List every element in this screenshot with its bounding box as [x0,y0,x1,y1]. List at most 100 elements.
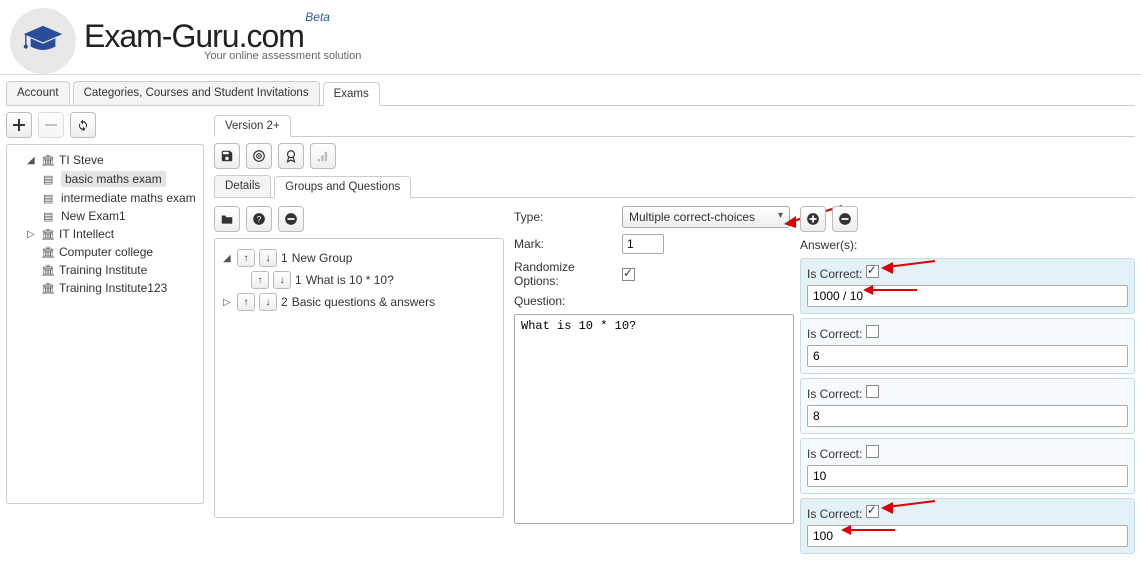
exam-icon: ▤ [43,173,57,186]
building-icon: 🏛 [41,228,55,241]
tab-exams[interactable]: Exams [323,82,380,106]
tab-categories[interactable]: Categories, Courses and Student Invitati… [73,81,320,105]
brand-title: Exam-Guru.com [84,18,304,54]
add-button[interactable] [6,112,32,138]
question-textarea[interactable] [514,314,794,524]
is-correct-label: Is Correct: [807,447,862,461]
graduation-cap-icon [21,19,65,63]
move-up-button[interactable]: ↑ [237,293,255,311]
save-button[interactable] [214,143,240,169]
question-icon: ? [252,212,266,226]
folder-icon [220,213,234,225]
answer-input[interactable] [807,345,1128,367]
annotation-arrow-icon [881,257,937,275]
group-number: 2 [281,295,288,309]
question-node[interactable]: ↑ ↓ 1 What is 10 * 10? [251,269,495,291]
brand-tagline: Your online assessment solution [84,50,361,62]
is-correct-label: Is Correct: [807,507,862,521]
groups-tree: ◢ ↑ ↓ 1 New Group ↑ ↓ 1 What is 10 * 10? [214,238,504,518]
group-number: 1 [281,251,288,265]
minus-icon [45,119,57,131]
tree-label[interactable]: TI Steve [59,153,104,167]
tab-groups-questions[interactable]: Groups and Questions [274,176,411,198]
main-tabs: Account Categories, Courses and Student … [6,81,1135,106]
refresh-button[interactable] [70,112,96,138]
folder-button[interactable] [214,206,240,232]
is-correct-checkbox[interactable] [866,325,879,338]
exam-icon: ▤ [43,210,57,223]
remove-answer-button[interactable] [832,206,858,232]
exam-icon: ▤ [43,192,57,205]
caret-icon[interactable]: ◢ [27,155,37,166]
move-down-button[interactable]: ↓ [259,293,277,311]
caret-icon[interactable]: ▷ [223,297,233,308]
remove-group-button[interactable] [278,206,304,232]
tree-label[interactable]: IT Intellect [59,227,114,241]
answers-header: Answer(s): [800,238,1135,252]
tree-node[interactable]: ▤ intermediate maths exam [29,189,197,207]
brand-logo [10,8,76,74]
move-up-button[interactable]: ↑ [251,271,269,289]
add-answer-button[interactable] [800,206,826,232]
tree-label[interactable]: Training Institute [59,263,147,277]
tree-node[interactable]: ▤ New Exam1 [29,207,197,225]
tree-label[interactable]: intermediate maths exam [61,191,196,205]
move-down-button[interactable]: ↓ [259,249,277,267]
is-correct-checkbox[interactable] [866,445,879,458]
tab-details[interactable]: Details [214,175,271,197]
group-node[interactable]: ▷ ↑ ↓ 2 Basic questions & answers [223,291,495,313]
tree-node[interactable]: ◢ 🏛 TI Steve [13,151,197,169]
tree-node[interactable]: ▷ 🏛 IT Intellect [13,225,197,243]
tree-label[interactable]: New Exam1 [61,209,126,223]
caret-icon[interactable]: ◢ [223,253,233,264]
group-node[interactable]: ◢ ↑ ↓ 1 New Group [223,247,495,269]
tree-label[interactable]: Training Institute123 [59,281,167,295]
group-label[interactable]: New Group [292,251,353,265]
tree-node[interactable]: ▤ basic maths exam [29,169,197,189]
remove-button[interactable] [38,112,64,138]
mark-input[interactable] [622,234,664,254]
target-button[interactable] [246,143,272,169]
tab-account[interactable]: Account [6,81,70,105]
move-up-button[interactable]: ↑ [237,249,255,267]
is-correct-checkbox[interactable] [866,505,879,518]
caret-icon[interactable]: ▷ [27,229,37,240]
building-icon: 🏛 [41,282,55,295]
app-header: Exam-Guru.com Beta Your online assessmen… [0,0,1141,75]
tab-version[interactable]: Version 2+ [214,115,291,137]
randomize-checkbox[interactable] [622,268,635,281]
group-label[interactable]: Basic questions & answers [292,295,435,309]
question-label[interactable]: What is 10 * 10? [306,273,394,287]
answer-input[interactable] [807,285,1128,307]
answer-input[interactable] [807,405,1128,427]
answer-block: Is Correct: [800,378,1135,434]
is-correct-label: Is Correct: [807,327,862,341]
is-correct-checkbox[interactable] [866,265,879,278]
chart-button[interactable] [310,143,336,169]
tree-label[interactable]: Computer college [59,245,153,259]
answer-input[interactable] [807,525,1128,547]
randomize-label: Randomize Options: [514,260,622,288]
award-button[interactable] [278,143,304,169]
is-correct-label: Is Correct: [807,267,862,281]
tree-node[interactable]: 🏛 Training Institute [13,261,197,279]
answer-block: Is Correct: [800,438,1135,494]
minus-circle-icon [838,212,852,226]
help-button[interactable]: ? [246,206,272,232]
tree-label[interactable]: basic maths exam [61,171,166,187]
svg-text:?: ? [257,215,262,224]
answer-input[interactable] [807,465,1128,487]
tree-node[interactable]: 🏛 Computer college [13,243,197,261]
is-correct-checkbox[interactable] [866,385,879,398]
is-correct-label: Is Correct: [807,387,862,401]
type-label: Type: [514,210,622,224]
tree-node[interactable]: 🏛 Training Institute123 [13,279,197,297]
answer-block: Is Correct: [800,258,1135,314]
answer-block: Is Correct: [800,498,1135,554]
answer-block: Is Correct: [800,318,1135,374]
sidebar-tree: ◢ 🏛 TI Steve ▤ basic maths exam ▤ interm… [6,144,204,504]
refresh-icon [77,119,89,131]
move-down-button[interactable]: ↓ [273,271,291,289]
question-number: 1 [295,273,302,287]
type-select[interactable]: Multiple correct-choices [622,206,790,228]
